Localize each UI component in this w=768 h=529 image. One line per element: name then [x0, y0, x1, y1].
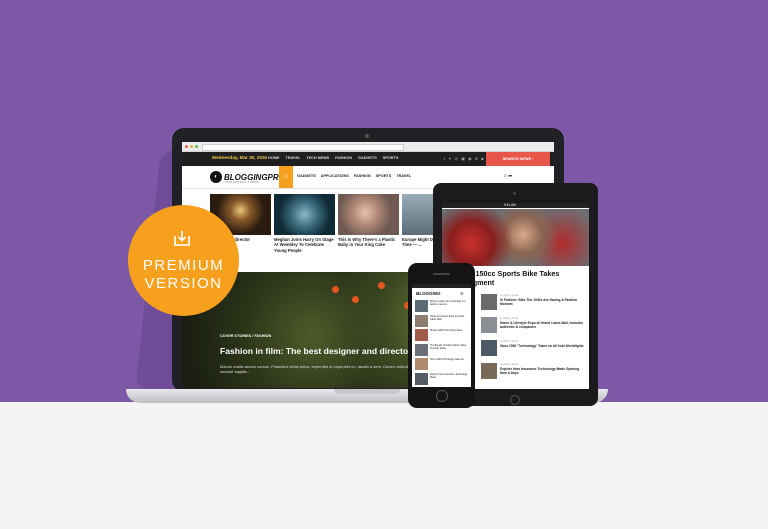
list-item-title: Explore How Insurance Technology Made	[430, 372, 468, 379]
list-item[interactable]: Shows 1080 Technology takes	[415, 329, 469, 344]
phone-logo[interactable]: BLOGGING	[416, 291, 441, 296]
premium-version-badge[interactable]: PREMIUM VERSION	[128, 205, 239, 316]
hero-decoration	[352, 296, 359, 303]
list-item[interactable]: The Benefit of Daily Fashion Wear Throug…	[415, 343, 469, 359]
list-item-title: Xbox 1080 Technology takes all	[430, 358, 464, 361]
tablet-home-button[interactable]	[510, 395, 520, 405]
nav-fashion[interactable]: FASHION	[354, 174, 371, 178]
list-item[interactable]: Xbox 1080 Technology takes all	[415, 358, 469, 373]
phone-speaker	[433, 273, 450, 275]
nav-applications[interactable]: APPLICATIONS	[321, 174, 349, 178]
list-item-image	[481, 294, 497, 310]
floor-background	[0, 402, 768, 529]
hero-decoration	[378, 282, 385, 289]
main-nav-links: GADGETS APPLICATIONS FASHION SPORTS TRAV…	[297, 174, 411, 178]
list-item[interactable]: Home & Lifestyle Expo at Grand Lakes Mal…	[415, 314, 469, 330]
list-item-title: Home & Lifestyle Expo at Grand Lakes Mal…	[430, 314, 465, 321]
list-item-image	[415, 300, 428, 312]
list-item-image	[415, 314, 428, 327]
list-item[interactable]: Explore How Insurance Technology Made	[415, 372, 469, 388]
list-item-title: Xbox 1080 'Technology' Takes on all Sold…	[500, 344, 584, 349]
hero-headline[interactable]: Fashion in film: The best designer and d…	[220, 346, 433, 356]
phone-device: BLOGGING ☰ Where motion are technology i…	[408, 263, 475, 408]
list-item-image	[415, 358, 428, 370]
laptop-notch	[334, 389, 400, 394]
list-item-image	[415, 343, 428, 356]
list-item-title: In Fashion: Bike The 1930s Are Having A …	[500, 298, 578, 307]
list-item-title: Shows 1080 Technology takes	[430, 329, 463, 332]
search-icon[interactable]: ⌕ ☰	[504, 173, 512, 179]
phone-screen: BLOGGING ☰ Where motion are technology i…	[412, 284, 471, 387]
site-topbar: Wednesday, Mar 30, 2016 HOME TRAVEL TECH…	[182, 152, 554, 166]
list-item-image	[415, 372, 428, 385]
phone-home-button[interactable]	[436, 390, 448, 402]
topbar-nav-travel[interactable]: TRAVEL	[285, 156, 300, 160]
topbar-nav-tech-news[interactable]: TECH NEWS	[306, 156, 329, 160]
list-item-title: Where motion are technology in a fashion…	[430, 300, 466, 306]
article-thumbnails: ...: The best director Meghan Joins Harr…	[210, 194, 463, 253]
list-item-image	[415, 329, 428, 341]
list-item-title: Home & Lifestyle Expo at Grand Lakes Mal…	[500, 321, 583, 330]
phone-article-list: Where motion are technology in a fashion…	[415, 300, 469, 387]
social-icons[interactable]: f ✦ ◎ ▣ ◉ ✉ ▶	[444, 156, 485, 161]
topbar-date: Wednesday, Mar 30, 2016	[212, 155, 267, 160]
badge-line-1: PREMIUM	[142, 257, 225, 274]
tablet-status-bar: 9:41 AM	[442, 203, 589, 208]
phone-status-bar	[412, 284, 471, 288]
article-card[interactable]: This Is Why There's a Plastic Baby in Yo…	[338, 194, 399, 253]
badge-label: PREMIUM VERSION	[128, 257, 239, 293]
list-item[interactable]: by Admin Jones Home & Lifestyle Expo at G…	[481, 317, 587, 340]
home-icon[interactable]: ⌂	[279, 166, 293, 188]
article-image	[274, 194, 335, 235]
list-item[interactable]: Where motion are technology in a fashion…	[415, 300, 469, 315]
nav-sports[interactable]: SPORTS	[376, 174, 392, 178]
article-image	[338, 194, 399, 235]
topbar-nav-fashion[interactable]: FASHION	[335, 156, 352, 160]
menu-icon[interactable]: ☰	[460, 291, 464, 296]
tablet-hero-image[interactable]	[442, 209, 589, 266]
laptop-camera	[365, 134, 369, 138]
list-item-image	[481, 317, 497, 333]
list-item-title: The Benefit of Daily Fashion Wear Throug…	[430, 343, 467, 350]
topbar-nav-home[interactable]: HOME	[268, 156, 279, 160]
address-bar[interactable]	[202, 144, 404, 151]
list-item-image	[481, 340, 497, 356]
search-news-button[interactable]: SEARCH NEWS ›	[486, 152, 550, 166]
list-item-title: Explore How Insurance Technology Made Op…	[500, 367, 580, 376]
list-item-image	[481, 363, 497, 379]
logo-tagline: WORDPRESS THEME	[225, 181, 260, 184]
maximize-dot-icon[interactable]	[195, 145, 198, 148]
logo-mark-icon: ◐	[210, 171, 222, 183]
topbar-nav: HOME TRAVEL TECH NEWS FASHION GADGETS SP…	[268, 156, 398, 160]
badge-line-2: VERSION	[144, 275, 223, 292]
browser-bar	[182, 142, 554, 152]
article-title: Meghan Joins Harry On Stage At Wembley T…	[274, 237, 334, 253]
list-item[interactable]: by Admin Jones Explore How Insurance Tech…	[481, 363, 587, 386]
nav-gadgets[interactable]: GADGETS	[297, 174, 316, 178]
article-card[interactable]: Meghan Joins Harry On Stage At Wembley T…	[274, 194, 335, 253]
list-item[interactable]: by Admin Jones Xbox 1080 'Technology' Tak…	[481, 340, 587, 363]
tablet-camera	[513, 192, 516, 195]
hero-categories[interactable]: COVER STORIES / FASHION	[220, 334, 271, 338]
tablet-time: 9:41 AM	[504, 203, 516, 207]
download-icon	[174, 231, 190, 246]
nav-travel[interactable]: TRAVEL	[396, 174, 411, 178]
minimize-dot-icon[interactable]	[190, 145, 193, 148]
tablet-article-list: by Admin Jones In Fashion: Bike The 1930s…	[481, 294, 587, 386]
article-title: This Is Why There's a Plastic Baby in Yo…	[338, 237, 396, 248]
topbar-nav-gadgets[interactable]: GADGETS	[358, 156, 377, 160]
list-item[interactable]: by Admin Jones In Fashion: Bike The 1930s…	[481, 294, 587, 317]
close-dot-icon[interactable]	[185, 145, 188, 148]
topbar-nav-sports[interactable]: SPORTS	[383, 156, 399, 160]
hero-decoration	[332, 286, 339, 293]
